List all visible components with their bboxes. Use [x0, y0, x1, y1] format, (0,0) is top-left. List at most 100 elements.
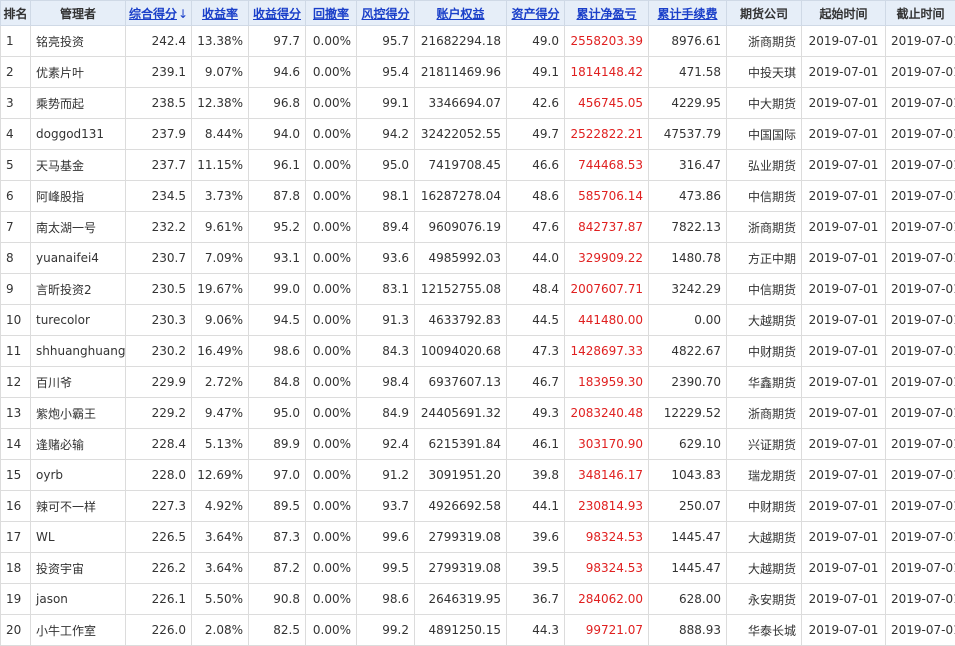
cell-asset_score: 44.3	[507, 615, 565, 646]
cell-fees: 250.07	[649, 491, 727, 522]
cell-manager: oyrb	[31, 460, 126, 491]
table-row: 9言昕投资2230.519.67%99.00.00%83.112152755.0…	[1, 274, 955, 305]
column-header-label: 收益得分	[253, 7, 301, 21]
cell-drawdown: 0.00%	[306, 584, 357, 615]
cell-net_pnl: 1428697.33	[565, 336, 649, 367]
cell-broker: 中财期货	[727, 336, 802, 367]
header-row: 排名管理者综合得分↓收益率收益得分回撤率风控得分账户权益资产得分累计净盈亏累计手…	[1, 1, 955, 26]
cell-broker: 中投天琪	[727, 57, 802, 88]
cell-return_score: 90.8	[249, 584, 306, 615]
cell-risk_score: 99.5	[357, 553, 415, 584]
cell-rank: 11	[1, 336, 31, 367]
cell-start: 2019-07-01	[802, 553, 886, 584]
table-row: 20小牛工作室226.02.08%82.50.00%99.24891250.15…	[1, 615, 955, 646]
column-header-label: 累计净盈亏	[576, 7, 636, 21]
cell-broker: 中信期货	[727, 181, 802, 212]
cell-net_pnl: 441480.00	[565, 305, 649, 336]
cell-end: 2019-07-01	[886, 274, 955, 305]
cell-end: 2019-07-01	[886, 460, 955, 491]
cell-rank: 12	[1, 367, 31, 398]
column-header-drawdown[interactable]: 回撤率	[306, 1, 357, 26]
cell-manager: WL	[31, 522, 126, 553]
cell-drawdown: 0.00%	[306, 26, 357, 57]
cell-fees: 0.00	[649, 305, 727, 336]
cell-composite: 239.1	[126, 57, 192, 88]
cell-composite: 227.3	[126, 491, 192, 522]
table-row: 15oyrb228.012.69%97.00.00%91.23091951.20…	[1, 460, 955, 491]
cell-fees: 8976.61	[649, 26, 727, 57]
column-header-fees[interactable]: 累计手续费	[649, 1, 727, 26]
cell-return_rate: 9.07%	[192, 57, 249, 88]
cell-rank: 7	[1, 212, 31, 243]
table-row: 5天马基金237.711.15%96.10.00%95.07419708.454…	[1, 150, 955, 181]
cell-fees: 3242.29	[649, 274, 727, 305]
cell-risk_score: 83.1	[357, 274, 415, 305]
column-header-risk_score[interactable]: 风控得分	[357, 1, 415, 26]
cell-net_pnl: 456745.05	[565, 88, 649, 119]
cell-equity: 4985992.03	[415, 243, 507, 274]
cell-equity: 2799319.08	[415, 522, 507, 553]
cell-return_score: 82.5	[249, 615, 306, 646]
cell-start: 2019-07-01	[802, 212, 886, 243]
cell-net_pnl: 230814.93	[565, 491, 649, 522]
cell-return_rate: 3.64%	[192, 553, 249, 584]
table-header: 排名管理者综合得分↓收益率收益得分回撤率风控得分账户权益资产得分累计净盈亏累计手…	[1, 1, 955, 26]
cell-manager: 紫炮小霸王	[31, 398, 126, 429]
cell-equity: 12152755.08	[415, 274, 507, 305]
column-header-label: 排名	[3, 7, 27, 21]
column-header-asset_score[interactable]: 资产得分	[507, 1, 565, 26]
cell-start: 2019-07-01	[802, 26, 886, 57]
cell-drawdown: 0.00%	[306, 150, 357, 181]
cell-return_score: 89.5	[249, 491, 306, 522]
cell-manager: 辣可不一样	[31, 491, 126, 522]
cell-return_rate: 5.13%	[192, 429, 249, 460]
cell-asset_score: 49.0	[507, 26, 565, 57]
cell-fees: 629.10	[649, 429, 727, 460]
cell-risk_score: 95.0	[357, 150, 415, 181]
cell-end: 2019-07-01	[886, 26, 955, 57]
cell-risk_score: 95.4	[357, 57, 415, 88]
cell-start: 2019-07-01	[802, 243, 886, 274]
cell-end: 2019-07-01	[886, 491, 955, 522]
cell-return_rate: 12.38%	[192, 88, 249, 119]
cell-return_rate: 9.06%	[192, 305, 249, 336]
cell-rank: 1	[1, 26, 31, 57]
cell-composite: 230.3	[126, 305, 192, 336]
column-header-equity[interactable]: 账户权益	[415, 1, 507, 26]
column-header-return_score[interactable]: 收益得分	[249, 1, 306, 26]
column-header-net_pnl[interactable]: 累计净盈亏	[565, 1, 649, 26]
cell-rank: 18	[1, 553, 31, 584]
cell-asset_score: 47.6	[507, 212, 565, 243]
cell-manager: 优素片叶	[31, 57, 126, 88]
table-row: 13紫炮小霸王229.29.47%95.00.00%84.924405691.3…	[1, 398, 955, 429]
cell-broker: 弘业期货	[727, 150, 802, 181]
cell-rank: 14	[1, 429, 31, 460]
cell-broker: 瑞龙期货	[727, 460, 802, 491]
cell-end: 2019-07-01	[886, 305, 955, 336]
cell-rank: 20	[1, 615, 31, 646]
cell-rank: 17	[1, 522, 31, 553]
cell-end: 2019-07-01	[886, 522, 955, 553]
cell-broker: 华泰长城	[727, 615, 802, 646]
cell-asset_score: 39.8	[507, 460, 565, 491]
cell-equity: 2799319.08	[415, 553, 507, 584]
cell-composite: 228.0	[126, 460, 192, 491]
cell-net_pnl: 842737.87	[565, 212, 649, 243]
cell-rank: 3	[1, 88, 31, 119]
table-row: 8yuanaifei4230.77.09%93.10.00%93.6498599…	[1, 243, 955, 274]
cell-equity: 7419708.45	[415, 150, 507, 181]
cell-risk_score: 93.7	[357, 491, 415, 522]
cell-net_pnl: 99721.07	[565, 615, 649, 646]
cell-start: 2019-07-01	[802, 584, 886, 615]
cell-net_pnl: 183959.30	[565, 367, 649, 398]
cell-equity: 6215391.84	[415, 429, 507, 460]
cell-return_score: 87.2	[249, 553, 306, 584]
cell-drawdown: 0.00%	[306, 615, 357, 646]
cell-return_rate: 12.69%	[192, 460, 249, 491]
column-header-return_rate[interactable]: 收益率	[192, 1, 249, 26]
cell-risk_score: 92.4	[357, 429, 415, 460]
cell-equity: 6937607.13	[415, 367, 507, 398]
cell-manager: 逢赌必输	[31, 429, 126, 460]
column-header-composite[interactable]: 综合得分↓	[126, 1, 192, 26]
cell-manager: turecolor	[31, 305, 126, 336]
